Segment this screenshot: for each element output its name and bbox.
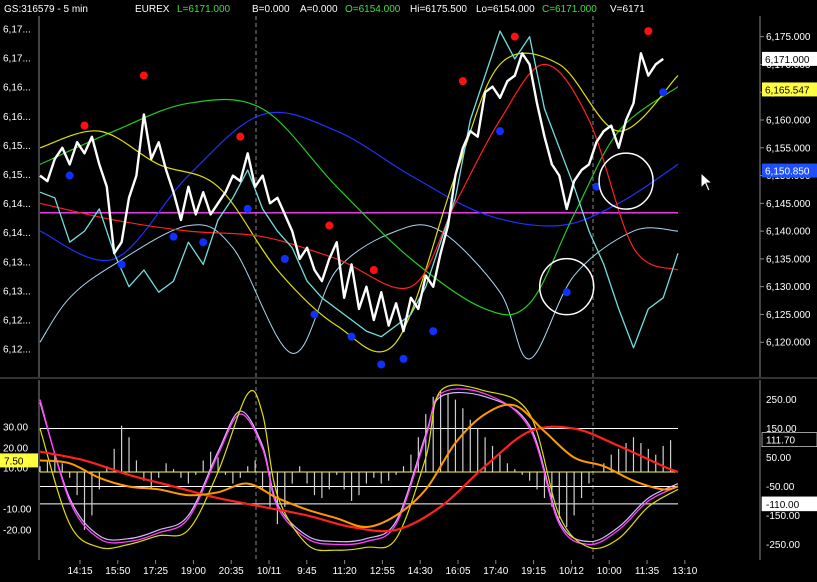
blue-dot-marker xyxy=(399,354,408,363)
header-high: Hi=6175.500 xyxy=(410,4,467,15)
price-right-tick-label: 6,125.000 xyxy=(766,310,811,321)
red-dot-marker xyxy=(139,71,148,80)
price-right-tick-label: 6,140.000 xyxy=(766,227,811,238)
blue-dot-marker xyxy=(377,360,386,369)
x-tick-label: 11:20 xyxy=(332,566,357,577)
header-symbol: GS:316579 - 5 min xyxy=(4,4,88,15)
price-right-tick-label: 6,145.000 xyxy=(766,199,811,210)
price-left-tick-label: 6,12... xyxy=(3,316,31,327)
x-tick-label: 20:35 xyxy=(219,566,244,577)
x-tick-label: 10:00 xyxy=(597,566,622,577)
price-left-tick-label: 6,14... xyxy=(3,228,31,239)
price-right-tick-label: 6,135.000 xyxy=(766,254,811,265)
price-right-tick-label: 6,130.000 xyxy=(766,282,811,293)
x-tick-label: 11:35 xyxy=(635,566,660,577)
price-left-tick-label: 6,12... xyxy=(3,345,31,356)
red-dot-marker xyxy=(325,221,334,230)
blue-dot-marker xyxy=(659,88,668,97)
blue-dot-marker xyxy=(199,238,208,247)
chart-svg: GS:316579 - 5 min EUREX L=6171.000 B=0.0… xyxy=(0,0,817,577)
header-volume: V=6171 xyxy=(610,4,645,15)
blue-dot-marker xyxy=(495,127,504,136)
x-tick-label: 10/12 xyxy=(559,566,584,577)
x-tick-label: 15:50 xyxy=(105,566,130,577)
header-close: C=6171.000 xyxy=(542,4,597,15)
blue-dot-marker xyxy=(310,310,319,319)
x-tick-label: 17:25 xyxy=(143,566,168,577)
price-left-tick-label: 6,15... xyxy=(3,141,31,152)
blue-dot-marker xyxy=(429,327,438,336)
header-ask: A=0.000 xyxy=(300,4,338,15)
blue-dot-marker xyxy=(243,204,252,213)
header-bid: B=0.000 xyxy=(252,4,290,15)
price-right-tick-label: 6,120.000 xyxy=(766,338,811,349)
osc-right-tick-label: -50.00 xyxy=(766,482,795,493)
blue-dot-marker xyxy=(562,288,571,297)
price-badge-label: 6,150.850 xyxy=(765,167,810,178)
price-left-tick-label: 6,16... xyxy=(3,83,31,94)
blue-dot-marker xyxy=(117,260,126,269)
osc-badge-label: -110.00 xyxy=(766,500,800,511)
price-right-tick-label: 6,160.000 xyxy=(766,116,811,127)
x-tick-label: 19:15 xyxy=(521,566,546,577)
x-tick-label: 10/11 xyxy=(257,566,282,577)
header-last: L=6171.000 xyxy=(177,4,231,15)
x-tick-label: 9:45 xyxy=(297,566,317,577)
red-dot-marker xyxy=(644,27,653,36)
x-tick-label: 12:55 xyxy=(370,566,395,577)
price-left-tick-label: 6,16... xyxy=(3,112,31,123)
osc-right-tick-label: -150.00 xyxy=(766,511,800,522)
red-dot-marker xyxy=(369,266,378,274)
price-badge-label: 6,171.000 xyxy=(765,55,810,66)
price-left-tick-label: 6,14... xyxy=(3,199,31,210)
osc-left-tick-label: 30.00 xyxy=(3,423,28,434)
osc-left-tick-label: -20.00 xyxy=(3,526,32,537)
red-dot-marker xyxy=(236,132,245,141)
osc-left-tick-label: -10.00 xyxy=(3,505,32,516)
osc-badge-label: 7.50 xyxy=(4,456,24,467)
x-tick-label: 17:40 xyxy=(483,566,508,577)
header-exchange: EUREX xyxy=(135,4,170,15)
red-dot-marker xyxy=(510,32,519,41)
osc-left-tick-label: 20.00 xyxy=(3,444,28,455)
price-badge-label: 6,165.547 xyxy=(765,85,810,96)
x-tick-label: 14:15 xyxy=(67,566,92,577)
price-left-tick-label: 6,13... xyxy=(3,257,31,268)
x-tick-label: 13:10 xyxy=(672,566,697,577)
blue-dot-marker xyxy=(280,254,289,263)
osc-right-tick-label: 50.00 xyxy=(766,453,791,464)
blue-dot-marker xyxy=(65,171,74,180)
osc-right-tick-label: -250.00 xyxy=(766,540,800,551)
price-left-tick-label: 6,17... xyxy=(3,54,31,65)
x-tick-label: 16:05 xyxy=(445,566,470,577)
price-left-tick-label: 6,13... xyxy=(3,286,31,297)
red-dot-marker xyxy=(80,121,89,130)
blue-dot-marker xyxy=(347,332,356,341)
header-open: O=6154.000 xyxy=(345,4,401,15)
price-right-tick-label: 6,155.000 xyxy=(766,143,811,154)
osc-right-tick-label: 250.00 xyxy=(766,395,797,406)
red-dot-marker xyxy=(458,77,467,86)
osc-badge-label: 111.70 xyxy=(766,436,796,447)
header-low: Lo=6154.000 xyxy=(476,4,535,15)
price-left-tick-label: 6,17... xyxy=(3,25,31,36)
chart-stage: GS:316579 - 5 min EUREX L=6171.000 B=0.0… xyxy=(0,0,817,577)
price-right-tick-label: 6,175.000 xyxy=(766,32,811,43)
x-tick-label: 19:00 xyxy=(181,566,206,577)
x-tick-label: 14:30 xyxy=(408,566,433,577)
mouse-pointer-icon xyxy=(700,172,714,192)
price-left-tick-label: 6,15... xyxy=(3,170,31,181)
blue-dot-marker xyxy=(169,232,178,241)
